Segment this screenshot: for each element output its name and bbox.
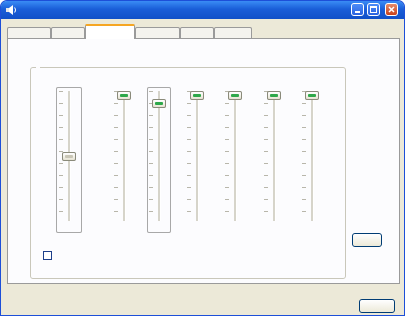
slider-ticks [302, 91, 306, 221]
channel-label-6 [291, 251, 333, 260]
slider-rail [158, 91, 161, 221]
channel-db-label-6 [297, 233, 327, 242]
configuration-window [0, 0, 405, 316]
slider-thumb[interactable] [152, 99, 166, 108]
slider-rail [234, 91, 237, 221]
channel-label-2 [138, 251, 180, 260]
volume-group-legend [36, 63, 40, 72]
close-button[interactable] [385, 3, 398, 16]
window-title [21, 3, 321, 17]
slider-ticks [187, 91, 191, 221]
channel-db-label-2 [144, 233, 174, 242]
minimize-icon [355, 11, 360, 13]
tab-1[interactable] [7, 27, 51, 38]
channel-db-label-1 [109, 233, 139, 242]
master-checkbox[interactable] [43, 251, 52, 260]
minimize-button[interactable] [351, 3, 364, 16]
channel-slider-2[interactable] [146, 91, 172, 221]
tab-4[interactable] [135, 27, 180, 38]
tab-2[interactable] [51, 27, 85, 38]
slider-thumb[interactable] [190, 91, 204, 100]
channel-label-5 [253, 251, 295, 260]
channel-label-3 [176, 251, 218, 260]
title-bar[interactable] [1, 1, 404, 19]
slider-thumb[interactable] [117, 91, 131, 100]
master-volume-slider[interactable] [56, 91, 82, 221]
slider-thumb[interactable] [305, 91, 319, 100]
slider-ticks [114, 91, 118, 221]
slider-rail [311, 91, 314, 221]
maximize-button[interactable] [367, 3, 380, 16]
channel-label-4 [214, 251, 256, 260]
channel-slider-6[interactable] [299, 91, 325, 221]
tab-3[interactable] [85, 24, 135, 39]
slider-ticks [149, 91, 153, 221]
slider-thumb[interactable] [267, 91, 281, 100]
slider-rail [123, 91, 126, 221]
slider-thumb[interactable] [228, 91, 242, 100]
slider-ticks [264, 91, 268, 221]
channel-slider-3[interactable] [184, 91, 210, 221]
ok-button[interactable] [359, 299, 395, 313]
channel-slider-1[interactable] [111, 91, 137, 221]
slider-rail [273, 91, 276, 221]
default-button[interactable] [352, 233, 382, 247]
slider-thumb[interactable] [62, 152, 76, 161]
channel-slider-5[interactable] [261, 91, 287, 221]
close-icon [388, 6, 395, 13]
channel-db-label-3 [182, 233, 212, 242]
master-checkbox-label [54, 249, 88, 265]
channel-slider-4[interactable] [222, 91, 248, 221]
tab-6[interactable] [214, 27, 252, 38]
master-db-label [54, 229, 84, 238]
channel-db-label-4 [220, 233, 250, 242]
tab-strip [7, 24, 397, 39]
slider-rail [196, 91, 199, 221]
channel-db-label-5 [259, 233, 289, 242]
tab-5[interactable] [180, 27, 214, 38]
maximize-icon [370, 6, 377, 13]
slider-ticks [225, 91, 229, 221]
speaker-icon [6, 5, 16, 15]
